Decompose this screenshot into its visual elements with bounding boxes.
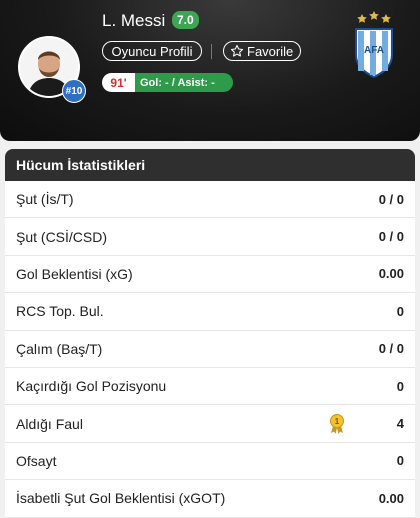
stat-row: Gol Beklentisi (xG) 0.00 [5,256,415,294]
stat-label: İsabetli Şut Gol Beklentisi (xGOT) [16,490,226,507]
player-profile-label: Oyuncu Profili [111,43,193,59]
stat-row: Ofsayt 0 [5,443,415,481]
medal-number: 1 [335,417,340,426]
card-title: Hücum İstatistikleri [5,149,415,181]
stat-label: Çalım (Baş/T) [16,340,103,357]
stat-value: 0 / 0 [378,229,404,245]
stat-label: RCS Top. Bul. [16,303,104,320]
stat-value: 0 [396,378,404,394]
player-profile-button[interactable]: Oyuncu Profili [102,41,202,61]
gold-medal-icon: 1 [330,414,344,435]
player-name: L. Messi [102,11,166,30]
stat-row: Aldığı Faul 1 4 [5,405,415,443]
stat-row: RCS Top. Bul. 0 [5,293,415,331]
stat-label: Ofsayt [16,452,57,469]
stat-value: 4 [396,416,404,432]
divider [211,44,212,59]
stat-label: Şut (CSİ/CSD) [16,228,108,245]
favorite-label: Favorile [247,43,294,59]
favorite-button[interactable]: Favorile [223,41,301,61]
goal-assist-summary: Gol: - / Asist: - [135,73,233,92]
stat-row: Şut (CSİ/CSD) 0 / 0 [5,218,415,256]
stat-value: 0.00 [378,266,404,282]
stat-value: 0 [396,453,404,469]
svg-text:AFA: AFA [364,45,384,56]
attack-stats-card: Hücum İstatistikleri Şut (İs/T) 0 / 0 Şu… [5,149,415,518]
stat-label: Gol Beklentisi (xG) [16,265,133,282]
shirt-number-badge: #10 [62,79,86,103]
star-icon [230,44,244,57]
stat-value: 0 [396,303,404,319]
stat-label: Kaçırdığı Gol Pozisyonu [16,378,167,395]
stat-row: Şut (İs/T) 0 / 0 [5,181,415,219]
stat-value: 0.00 [378,490,404,506]
stat-row: İsabetli Şut Gol Beklentisi (xGOT) 0.00 [5,480,415,518]
stat-row: Kaçırdığı Gol Pozisyonu 0 [5,368,415,406]
stat-row: Çalım (Baş/T) 0 / 0 [5,331,415,368]
stat-value: 0 / 0 [378,191,404,207]
stat-value: 0 / 0 [378,341,404,357]
player-rating-badge: 7.0 [172,11,199,29]
minutes-played: 91' [102,73,135,92]
player-header: #10 L. Messi 7.0 Oyuncu Profili Favorile… [0,0,420,141]
stat-label: Şut (İs/T) [16,191,74,208]
argentina-crest-icon: AFA [355,11,393,79]
